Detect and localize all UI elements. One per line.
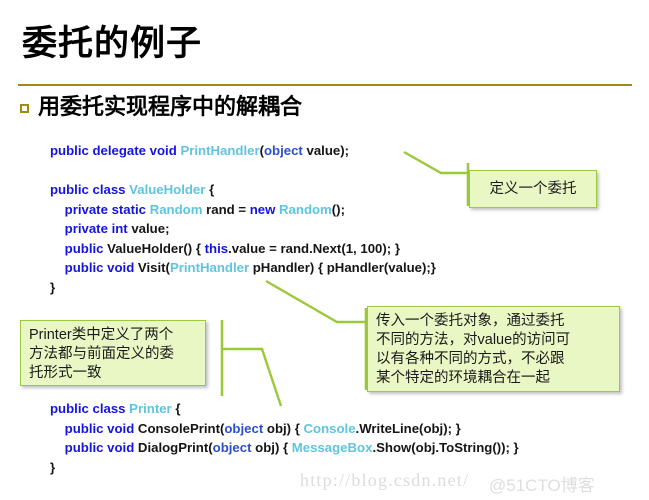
code-token: public void	[50, 420, 138, 436]
code-token: ValueHolder() {	[107, 240, 205, 256]
code-token: pHandler) { pHandler(value);}	[249, 260, 436, 275]
code-token: value;	[131, 221, 170, 236]
code-token: object	[212, 440, 252, 455]
title-divider	[18, 84, 632, 86]
code-line: public ValueHolder() { this.value = rand…	[50, 239, 436, 259]
code-token: {	[205, 182, 215, 197]
code-token: object	[263, 143, 303, 158]
code-token: .WriteLine(obj); }	[355, 420, 461, 436]
code-line: public void Visit(PrintHandler pHandler)…	[50, 258, 436, 278]
code-token: new	[249, 201, 280, 217]
callout-line: 托形式一致	[29, 365, 102, 381]
code-line: private int value;	[50, 219, 436, 239]
callout-line: 以有各种不同的方式，不必跟	[376, 351, 565, 367]
callout-line: 定义一个委托	[489, 180, 577, 197]
code-token: obj) {	[251, 440, 292, 455]
code-token: MessageBox	[291, 440, 373, 455]
code-token: .value = rand.Next(1, 100); }	[228, 240, 400, 256]
code-token: Random	[149, 201, 203, 217]
callout-line: 某个特定的环境耦合在一起	[376, 370, 550, 386]
code-token: Console	[303, 420, 356, 436]
code-token: object	[224, 420, 264, 436]
callout-define-delegate[interactable]: 定义一个委托	[469, 170, 597, 208]
callout-line: 传入一个委托对象，通过委托	[376, 313, 565, 329]
bullet-heading: 用委托实现程序中的解耦合	[20, 94, 302, 120]
code-token: ConsolePrint(	[137, 420, 225, 436]
code-token: .Show(obj.ToString()); }	[372, 440, 519, 455]
code-block-printer: public class Printer { public void Conso…	[50, 399, 519, 477]
watermark-url: http://blog.csdn.net/	[300, 470, 470, 490]
code-token: PrintHandler	[180, 143, 260, 158]
code-token: }	[50, 279, 56, 295]
code-line: public class ValueHolder {	[50, 180, 436, 200]
code-block-valueholder: public delegate void PrintHandler(object…	[50, 141, 436, 297]
callout-line: 方法都与前面定义的委	[29, 346, 174, 362]
code-line: public class Printer {	[50, 399, 519, 419]
code-token: }	[50, 459, 56, 475]
code-line: public delegate void PrintHandler(object…	[50, 141, 436, 161]
callout-line: 不同的方法，对value的访问可	[376, 332, 571, 348]
code-token: rand =	[202, 201, 250, 217]
code-line: }	[50, 278, 436, 298]
code-token: public void	[50, 440, 138, 455]
code-token: DialogPrint(	[137, 440, 213, 455]
code-line: private static Random rand = new Random(…	[50, 200, 436, 220]
callout-pass-delegate-note[interactable]: 传入一个委托对象，通过委托 不同的方法，对value的访问可 以有各种不同的方式…	[367, 306, 620, 392]
code-token: private static	[50, 201, 150, 217]
code-token: value);	[302, 143, 349, 158]
code-token: PrintHandler	[169, 260, 250, 275]
slide-canvas: 委托的例子 用委托实现程序中的解耦合 public delegate void …	[0, 0, 649, 500]
square-outline-bullet-icon	[20, 103, 29, 113]
code-line: public void DialogPrint(object obj) { Me…	[50, 438, 519, 458]
callout-printer-note[interactable]: Printer类中定义了两个 方法都与前面定义的委 托形式一致	[20, 320, 206, 386]
code-token: Random	[279, 201, 332, 217]
code-token: public class	[50, 182, 130, 197]
page-title: 委托的例子	[22, 24, 203, 63]
code-token: public class	[50, 401, 130, 416]
code-token: {	[171, 401, 181, 416]
code-token: public	[50, 240, 108, 256]
bullet-heading-label: 用委托实现程序中的解耦合	[38, 94, 303, 119]
code-token: this	[204, 240, 229, 256]
code-token: public void	[50, 260, 138, 275]
watermark-blog: @51CTO博客	[489, 476, 595, 495]
code-token: private int	[50, 221, 132, 236]
code-token: public delegate void	[50, 143, 181, 158]
callout-line: Printer类中定义了两个	[29, 327, 174, 343]
leader-line-printer-note	[222, 347, 283, 407]
code-token: ValueHolder	[129, 182, 206, 197]
code-line: public void ConsolePrint(object obj) { C…	[50, 419, 519, 439]
code-token: obj) {	[263, 420, 304, 436]
code-token: Printer	[129, 401, 172, 416]
code-token: ();	[331, 201, 345, 217]
code-token: Visit(	[137, 260, 170, 275]
